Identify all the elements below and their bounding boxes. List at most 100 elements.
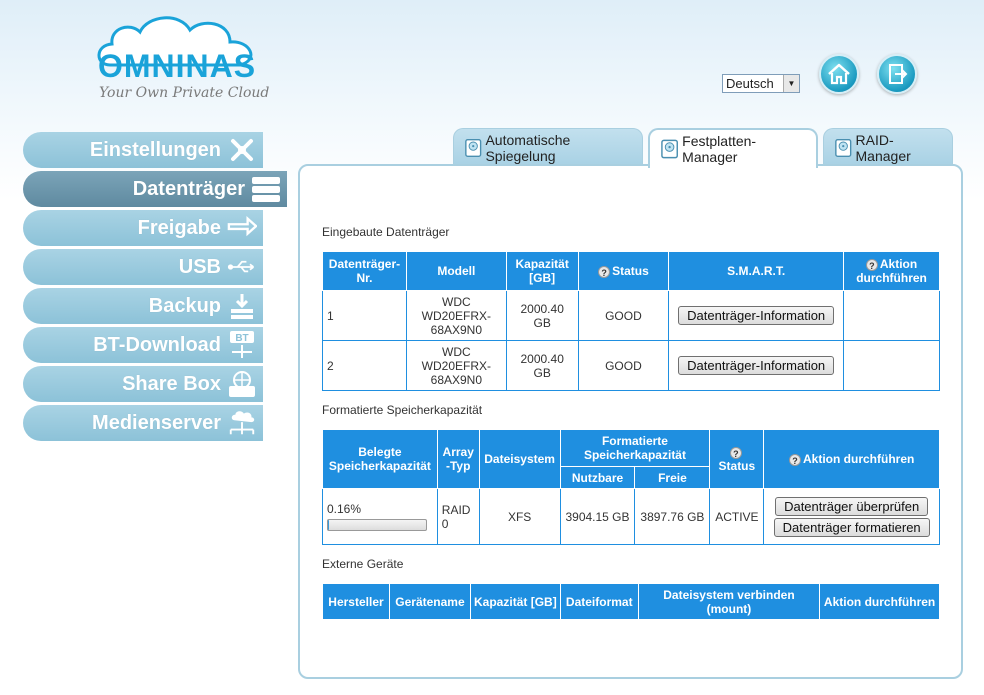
help-icon[interactable]: ? xyxy=(789,453,801,466)
cell-action: Datenträger überprüfen Datenträger forma… xyxy=(763,488,940,545)
table-row: 2 WDC WD20EFRX-68AX9N0 2000.40 GB GOOD D… xyxy=(322,340,940,391)
col-header-name: Gerätename xyxy=(388,583,471,620)
cell-fs: XFS xyxy=(478,488,561,545)
col-header-array: Array -Typ xyxy=(436,429,480,489)
col-header-capacity: Kapazität [GB] xyxy=(469,583,561,620)
cell-capacity: 2000.40 GB xyxy=(505,290,579,341)
cell-action xyxy=(843,340,940,391)
sidebar-item-label: USB xyxy=(178,255,221,278)
cell-model: WDC WD20EFRX-68AX9N0 xyxy=(405,340,507,391)
check-disk-button[interactable]: Datenträger überprüfen xyxy=(775,496,929,516)
cell-nr: 2 xyxy=(322,340,407,391)
cell-nr: 1 xyxy=(322,290,407,341)
sidebar-item-usb[interactable]: USB xyxy=(23,249,263,285)
action-header-label: Aktion durchführen xyxy=(803,452,915,466)
logout-icon xyxy=(889,64,908,84)
disk-information-button[interactable]: Datenträger-Information xyxy=(678,356,835,375)
disk-tab-icon xyxy=(661,139,678,159)
share-arrows-icon xyxy=(227,213,257,243)
tab-automatische-spiegelung[interactable]: Automatische Spiegelung xyxy=(453,128,643,166)
cell-smart: Datenträger-Information xyxy=(668,290,845,341)
tab-label: Festplatten-Manager xyxy=(682,133,757,165)
col-header-fs: Dateisystem xyxy=(478,429,561,489)
app-root: OMNINAS Your Own Private Cloud Deutsch ▼… xyxy=(0,0,984,695)
sidebar-item-label: Medienserver xyxy=(92,411,221,434)
tab-label: Automatische Spiegelung xyxy=(485,131,571,164)
disk-information-button[interactable]: Datenträger-Information xyxy=(678,306,835,325)
cell-usable: 3904.15 GB xyxy=(559,488,636,545)
col-header-model: Modell xyxy=(405,251,507,291)
col-header-usable: Nutzbare xyxy=(559,466,636,489)
cell-free: 3897.76 GB xyxy=(634,488,711,545)
language-value: Deutsch xyxy=(726,76,774,91)
col-header-smart: S.M.A.R.T. xyxy=(668,251,845,291)
formatted-capacity-table: Belegte Speicherkapazität Array -Typ Dat… xyxy=(322,429,940,545)
backup-icon xyxy=(227,291,257,321)
cell-capacity: 2000.40 GB xyxy=(505,340,579,391)
share-box-icon xyxy=(227,369,257,399)
sidebar-item-einstellungen[interactable]: Einstellungen xyxy=(23,132,263,168)
col-header-status: ? Status xyxy=(577,251,670,291)
sidebar-item-label: BT-Download xyxy=(93,333,221,356)
sidebar-item-freigabe[interactable]: Freigabe xyxy=(23,210,263,246)
cell-used: 0.16% xyxy=(322,488,438,545)
col-header-capacity: Kapazität [GB] xyxy=(505,251,579,291)
col-header-nr: Datenträger-Nr. xyxy=(322,251,407,291)
disk-tab-icon xyxy=(465,138,482,157)
cell-smart: Datenträger-Information xyxy=(668,340,845,391)
table-header-row: Belegte Speicherkapazität Array -Typ Dat… xyxy=(322,429,940,489)
cell-status: GOOD xyxy=(577,340,670,391)
col-header-mount: Dateisystem verbinden (mount) xyxy=(637,583,821,620)
brand-name: OMNINAS xyxy=(98,48,257,84)
help-icon[interactable]: ? xyxy=(865,258,878,271)
col-header-free: Freie xyxy=(634,466,711,489)
sidebar-item-label: Einstellungen xyxy=(89,138,221,161)
logout-button[interactable] xyxy=(877,54,917,94)
sidebar-item-backup[interactable]: Backup xyxy=(23,288,263,324)
col-header-action: ? Aktion durchführen xyxy=(843,251,940,291)
cell-action xyxy=(843,290,940,341)
used-percent: 0.16% xyxy=(327,502,362,516)
table-row: 1 WDC WD20EFRX-68AX9N0 2000.40 GB GOOD D… xyxy=(322,290,940,341)
tab-label: RAID-Manager xyxy=(855,131,911,164)
table-header-row: Datenträger-Nr. Modell Kapazität [GB] ? S… xyxy=(322,251,940,291)
disk-tab-icon xyxy=(835,138,852,157)
tab-raid-manager[interactable]: RAID-Manager xyxy=(823,128,953,166)
format-disk-button[interactable]: Datenträger formatieren xyxy=(773,517,930,537)
section-title-external: Externe Geräte xyxy=(322,557,404,571)
col-header-action: ? Aktion durchführen xyxy=(763,429,940,489)
usage-progress-bar xyxy=(327,519,427,531)
sidebar-item-bt-download[interactable]: BT-Download BT xyxy=(23,327,263,363)
col-header-action: Aktion durchführen xyxy=(819,583,940,620)
media-server-icon xyxy=(227,408,257,438)
status-header-label: Status xyxy=(612,264,649,278)
sidebar-item-label: Share Box xyxy=(122,372,221,395)
sidebar-item-datentraeger[interactable]: Datenträger xyxy=(23,171,287,207)
section-title-builtin: Eingebaute Datenträger xyxy=(322,225,450,239)
tab-festplatten-manager[interactable]: Festplatten-Manager xyxy=(648,128,818,168)
sidebar-item-medienserver[interactable]: Medienserver xyxy=(23,405,263,441)
help-icon[interactable]: ? xyxy=(598,265,611,278)
col-header-status: ? Status xyxy=(709,429,765,489)
status-header-label: Status xyxy=(718,459,756,473)
cell-array: RAID 0 xyxy=(436,488,480,545)
help-icon[interactable]: ? xyxy=(729,446,742,459)
table-header-row: Hersteller Gerätename Kapazität [GB] Dat… xyxy=(322,583,940,620)
cell-status: ACTIVE xyxy=(709,488,765,545)
home-button[interactable] xyxy=(819,54,859,94)
table-row: 0.16% RAID 0 XFS 3904.15 GB 3897.76 GB A… xyxy=(322,488,940,545)
home-icon xyxy=(828,63,850,85)
language-select[interactable]: Deutsch ▼ xyxy=(722,74,800,93)
col-header-vendor: Hersteller xyxy=(322,583,390,620)
sidebar-item-label: Datenträger xyxy=(132,177,245,200)
sidebar-item-share-box[interactable]: Share Box xyxy=(23,366,263,402)
cell-status: GOOD xyxy=(577,290,670,341)
brand-tagline: Your Own Private Cloud xyxy=(99,85,270,101)
cell-model: WDC WD20EFRX-68AX9N0 xyxy=(405,290,507,341)
usb-icon xyxy=(227,252,257,282)
external-devices-table: Hersteller Gerätename Kapazität [GB] Dat… xyxy=(322,583,940,620)
bt-download-icon: BT xyxy=(227,330,257,360)
col-header-format: Dateiformat xyxy=(559,583,639,620)
sidebar-item-label: Freigabe xyxy=(137,216,221,239)
section-title-formatted: Formatierte Speicherkapazität xyxy=(322,403,483,417)
